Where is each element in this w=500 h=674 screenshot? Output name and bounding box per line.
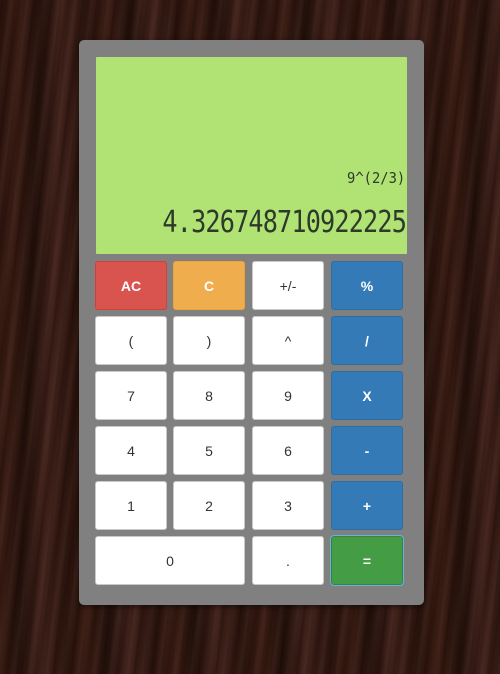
close-paren-button[interactable]: ) xyxy=(173,316,245,365)
equals-button[interactable]: = xyxy=(330,535,404,586)
divide-button[interactable]: / xyxy=(331,316,403,365)
all-clear-button[interactable]: AC xyxy=(95,261,167,310)
percent-button[interactable]: % xyxy=(331,261,403,310)
calculator: 9^(2/3) 4.326748710922225 AC C +/- % ( )… xyxy=(79,40,424,605)
digit-9-button[interactable]: 9 xyxy=(252,371,324,420)
digit-6-button[interactable]: 6 xyxy=(252,426,324,475)
keypad: AC C +/- % ( ) ^ / 7 8 9 X 4 5 6 - 1 2 3… xyxy=(95,261,405,587)
result-text: 4.326748710922225 xyxy=(162,205,406,240)
digit-0-button[interactable]: 0 xyxy=(95,536,245,585)
expression-text: 9^(2/3) xyxy=(346,169,405,187)
digit-4-button[interactable]: 4 xyxy=(95,426,167,475)
decimal-button[interactable]: . xyxy=(252,536,324,585)
digit-2-button[interactable]: 2 xyxy=(173,481,245,530)
clear-button[interactable]: C xyxy=(173,261,245,310)
digit-3-button[interactable]: 3 xyxy=(252,481,324,530)
calculator-display: 9^(2/3) 4.326748710922225 xyxy=(96,57,407,254)
power-button[interactable]: ^ xyxy=(252,316,324,365)
open-paren-button[interactable]: ( xyxy=(95,316,167,365)
digit-8-button[interactable]: 8 xyxy=(173,371,245,420)
toggle-sign-button[interactable]: +/- xyxy=(252,261,324,310)
digit-7-button[interactable]: 7 xyxy=(95,371,167,420)
digit-5-button[interactable]: 5 xyxy=(173,426,245,475)
plus-button[interactable]: + xyxy=(331,481,403,530)
digit-1-button[interactable]: 1 xyxy=(95,481,167,530)
minus-button[interactable]: - xyxy=(331,426,403,475)
multiply-button[interactable]: X xyxy=(331,371,403,420)
